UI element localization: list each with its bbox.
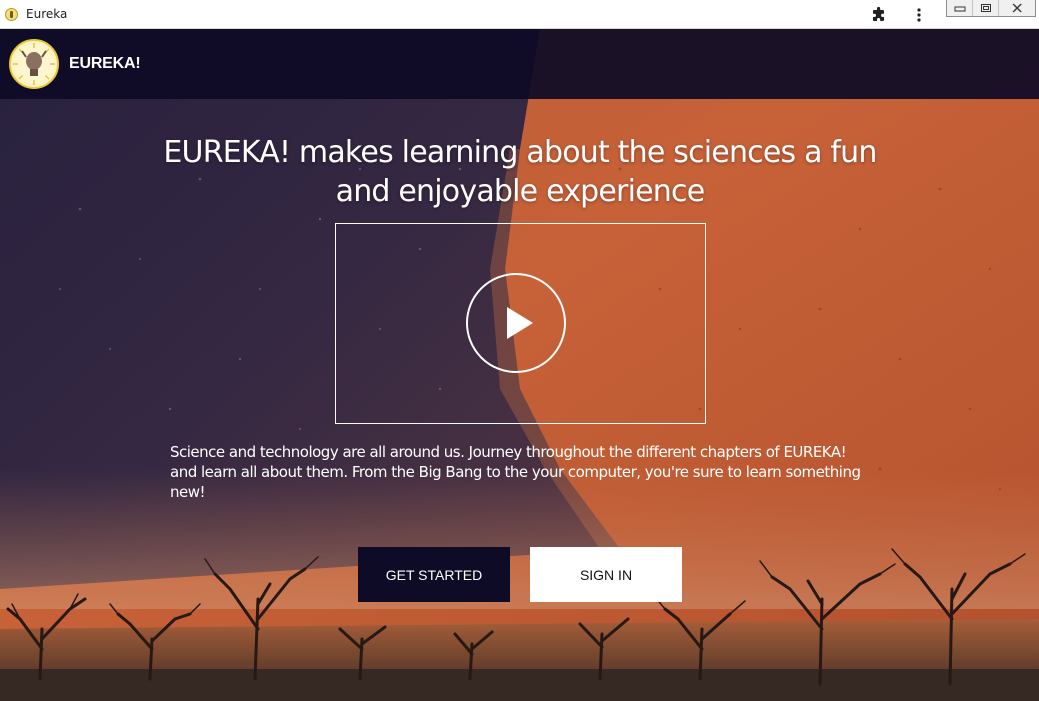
hero-description: Science and technology are all around us… bbox=[170, 443, 861, 501]
more-menu-icon[interactable] bbox=[911, 7, 927, 23]
minimize-icon bbox=[954, 6, 965, 12]
extensions-icon[interactable] bbox=[871, 6, 887, 23]
intro-video-player[interactable] bbox=[335, 223, 706, 424]
sign-in-button[interactable]: SIGN IN bbox=[530, 547, 682, 602]
brand-name[interactable]: EUREKA! bbox=[69, 55, 141, 73]
restore-button[interactable] bbox=[973, 0, 999, 16]
minimize-button[interactable] bbox=[947, 0, 973, 16]
top-navbar: EUREKA! bbox=[0, 29, 1039, 99]
get-started-button[interactable]: GET STARTED bbox=[358, 547, 510, 602]
restore-icon bbox=[980, 4, 991, 12]
eureka-logo[interactable] bbox=[9, 39, 59, 89]
window-titlebar: Eureka bbox=[0, 0, 1039, 29]
app-icon bbox=[5, 8, 18, 21]
close-icon bbox=[1012, 3, 1023, 13]
hero-headline: EUREKA! makes learning about the science… bbox=[163, 135, 877, 209]
window-title: Eureka bbox=[26, 7, 68, 21]
close-button[interactable] bbox=[999, 0, 1035, 16]
window-controls bbox=[946, 0, 1036, 17]
hero-section: EUREKA! EUREKA! makes learning about the… bbox=[0, 29, 1039, 701]
play-icon[interactable] bbox=[465, 272, 567, 374]
